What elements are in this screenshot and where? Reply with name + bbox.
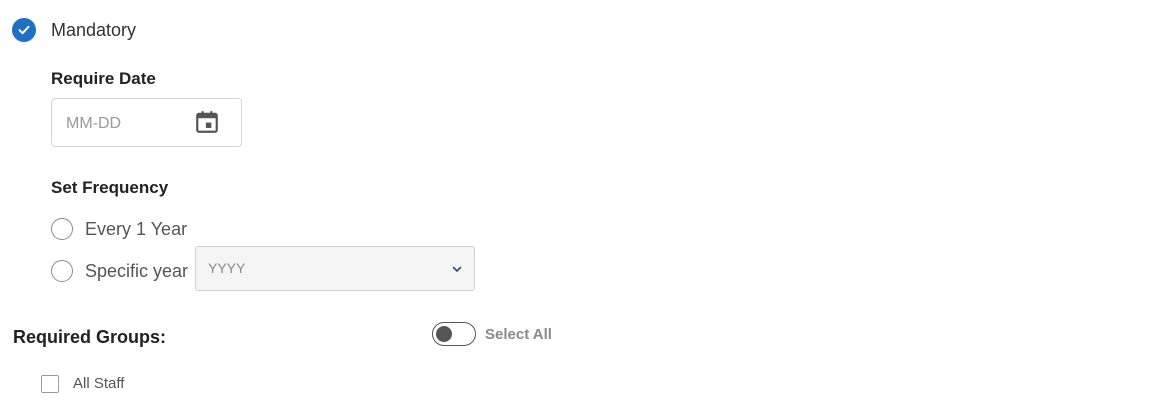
radio-every-1-year[interactable]: [51, 218, 73, 240]
radio-label-every-1-year: Every 1 Year: [85, 219, 188, 239]
require-date-input[interactable]: MM-DD: [51, 98, 242, 147]
set-frequency-title: Set Frequency: [51, 178, 169, 197]
mandatory-label: Mandatory: [51, 20, 137, 40]
calendar-icon[interactable]: [194, 109, 220, 135]
required-groups-title: Required Groups:: [13, 327, 167, 347]
select-all-toggle[interactable]: [432, 322, 476, 346]
mandatory-checkbox[interactable]: [12, 18, 36, 42]
radio-label-specific-year: Specific year: [85, 261, 189, 281]
radio-specific-year[interactable]: [51, 260, 73, 282]
chevron-down-icon: [452, 266, 462, 272]
year-select[interactable]: YYYY: [195, 246, 475, 291]
require-date-title: Require Date: [51, 69, 156, 88]
toggle-knob: [436, 326, 452, 342]
group-checkbox-all-staff[interactable]: [41, 375, 59, 393]
checkmark-icon: [18, 25, 30, 35]
group-label-all-staff: All Staff: [73, 375, 125, 392]
date-placeholder: MM-DD: [66, 115, 122, 132]
select-all-label: Select All: [485, 326, 552, 343]
year-placeholder: YYYY: [208, 260, 246, 276]
